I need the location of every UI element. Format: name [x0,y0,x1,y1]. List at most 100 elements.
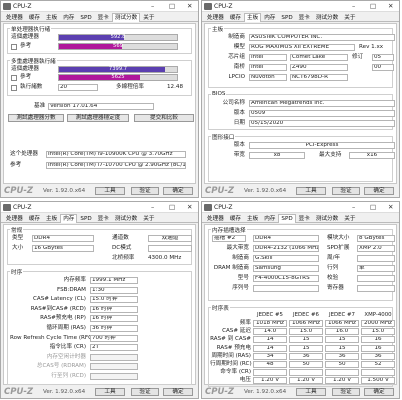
tab-cache[interactable]: 缓存 [26,13,43,22]
cpuz-app-icon [204,204,212,211]
ok-button[interactable]: 确定 [364,388,394,396]
table-cell: 36 [361,352,395,360]
stress-cpu-button[interactable]: 測試處理器穩定度 [67,114,129,122]
minimize-button[interactable]: – [151,203,154,211]
validate-button[interactable]: 验证 [131,187,159,195]
close-button[interactable]: ✕ [388,2,393,10]
table-cell: 36 [289,352,323,360]
close-button[interactable]: ✕ [388,203,393,211]
cpuz-window-bench: CPU-Z – □ ✕ 处理器 缓存 主板 内存 SPD 显卡 测试分数 关于 … [0,0,199,198]
tools-button[interactable]: 工具 [95,388,125,396]
minimize-button[interactable]: – [352,203,355,211]
table-cell: 16.0 [325,328,359,336]
sn-label: 序列号 [232,285,249,291]
multi-reference-checkbox[interactable] [11,75,17,81]
gi-max-field: x16 [349,152,395,159]
tab-mainboard[interactable]: 主板 [43,214,60,223]
tab-bar: 处理器 缓存 主板 内存 SPD 显卡 测试分数 关于 [202,214,399,223]
tab-processor[interactable]: 处理器 [3,214,26,223]
minimize-button[interactable]: – [352,2,355,10]
threads-checkbox[interactable] [11,85,17,91]
tools-button[interactable]: 工具 [296,187,326,195]
tab-memory[interactable]: 内存 [261,13,278,22]
maximize-button[interactable]: □ [370,203,376,211]
tab-about[interactable]: 关于 [341,13,358,22]
tools-button[interactable]: 工具 [95,187,125,195]
validate-button[interactable]: 验证 [332,187,360,195]
tab-spd[interactable]: SPD [278,214,296,223]
tab-cache[interactable]: 缓存 [227,214,244,223]
model-rev: Rev 1.xx [359,44,384,50]
maximize-button[interactable]: □ [169,203,175,211]
tab-memory[interactable]: 内存 [261,214,278,223]
tools-button[interactable]: 工具 [296,388,326,396]
cpuz-window-mainboard: CPU-Z – □ ✕ 处理器 缓存 主板 内存 SPD 显卡 测试分数 关于 … [201,0,400,198]
tab-mainboard[interactable]: 主板 [244,13,262,22]
tab-bar: 处理器 缓存 主板 内存 SPD 显卡 测试分数 关于 [1,13,198,22]
table-cell: 16 [361,344,395,352]
rank-label: 行列 [327,265,339,271]
close-button[interactable]: ✕ [187,2,192,10]
maximize-button[interactable]: □ [169,2,175,10]
tab-cache[interactable]: 缓存 [227,13,244,22]
single-reference-checkbox[interactable] [11,44,17,50]
tab-graphics[interactable]: 显卡 [95,214,112,223]
validate-button[interactable]: 验证 [332,388,360,396]
table-column-header: JEDEC #5 [257,312,283,318]
gi-width-field: x8 [249,152,305,159]
single-thread-title: 单处理器执行绪 [10,25,52,33]
tab-bench[interactable]: 测试分数 [313,214,341,223]
ok-button[interactable]: 确定 [364,187,394,195]
table-cell: 14 [253,336,287,344]
table-cell: 15.0 [289,328,323,336]
memory-panel: 常规 类型 DDR4 通道数 双通道 大小 16 GBytes DC模式 北桥频… [3,224,196,385]
table-row-label: 电压 [239,377,251,384]
tab-bench[interactable]: 测试分数 [313,13,341,22]
tab-bench[interactable]: 测试分数 [111,13,141,22]
tab-bar: 处理器 缓存 主板 内存 SPD 显卡 测试分数 关于 [1,214,198,223]
reference-select[interactable]: Intel(R) Core(TM) i7-10700 CPU @ 2.90GHz… [46,162,186,169]
tab-mainboard[interactable]: 主板 [43,13,60,22]
threads-select[interactable]: 20 [58,84,98,91]
gi-width-label: 带宽 [233,152,245,158]
bios-version-field: 0509 [249,110,395,117]
slot-select[interactable]: 插槽 #2 [212,235,246,242]
submit-compare-button[interactable]: 提交和比較 [134,114,194,122]
baseline-select[interactable]: Version 17.01.64 [48,103,154,110]
tab-memory[interactable]: 内存 [60,13,77,22]
timing-label: RAS#预充电 (RP) [40,315,86,322]
ok-button[interactable]: 确定 [163,187,193,195]
graphic-interface-title: 图形接口 [211,133,236,141]
tab-processor[interactable]: 处理器 [3,13,26,22]
timing-label: CAS# Latency (CL) [32,296,86,303]
tab-graphics[interactable]: 显卡 [296,214,313,223]
validate-button[interactable]: 验证 [131,388,159,396]
spd-ext-label: SPD扩展 [327,245,350,251]
tab-bench[interactable]: 测试分数 [112,214,140,223]
table-row-label: 命令率 (CR) [220,369,251,376]
timing-value [90,363,138,371]
tab-graphics[interactable]: 显卡 [296,13,313,22]
table-cell: 52 [361,361,395,368]
this-processor-field: Intel(R) Core(TM) i9-10900K CPU @ 3.70GH… [46,151,186,158]
tab-spd[interactable]: SPD [77,214,94,223]
tab-cache[interactable]: 缓存 [26,214,43,223]
close-button[interactable]: ✕ [187,203,192,211]
tab-mainboard[interactable]: 主板 [244,214,261,223]
timings-group: 时序 内存频率 1999.1 MHz FSB:DRAM 1:30 CAS# Latenc… [7,268,192,385]
tab-spd[interactable]: SPD [278,13,295,22]
registered-label: 寄存器 [327,285,344,291]
tab-spd[interactable]: SPD [77,13,94,22]
tab-about[interactable]: 关于 [140,214,157,223]
minimize-button[interactable]: – [151,2,154,10]
tab-about[interactable]: 关于 [140,13,157,22]
tab-memory[interactable]: 内存 [60,214,78,223]
single-this-score: 592.8 [110,34,126,40]
maximize-button[interactable]: □ [370,2,376,10]
tab-graphics[interactable]: 显卡 [95,13,112,22]
tab-about[interactable]: 关于 [341,214,358,223]
tab-processor[interactable]: 处理器 [204,214,227,223]
tab-processor[interactable]: 处理器 [204,13,227,22]
bench-cpu-button[interactable]: 測試處理器分數 [8,114,64,122]
ok-button[interactable]: 确定 [163,388,193,396]
